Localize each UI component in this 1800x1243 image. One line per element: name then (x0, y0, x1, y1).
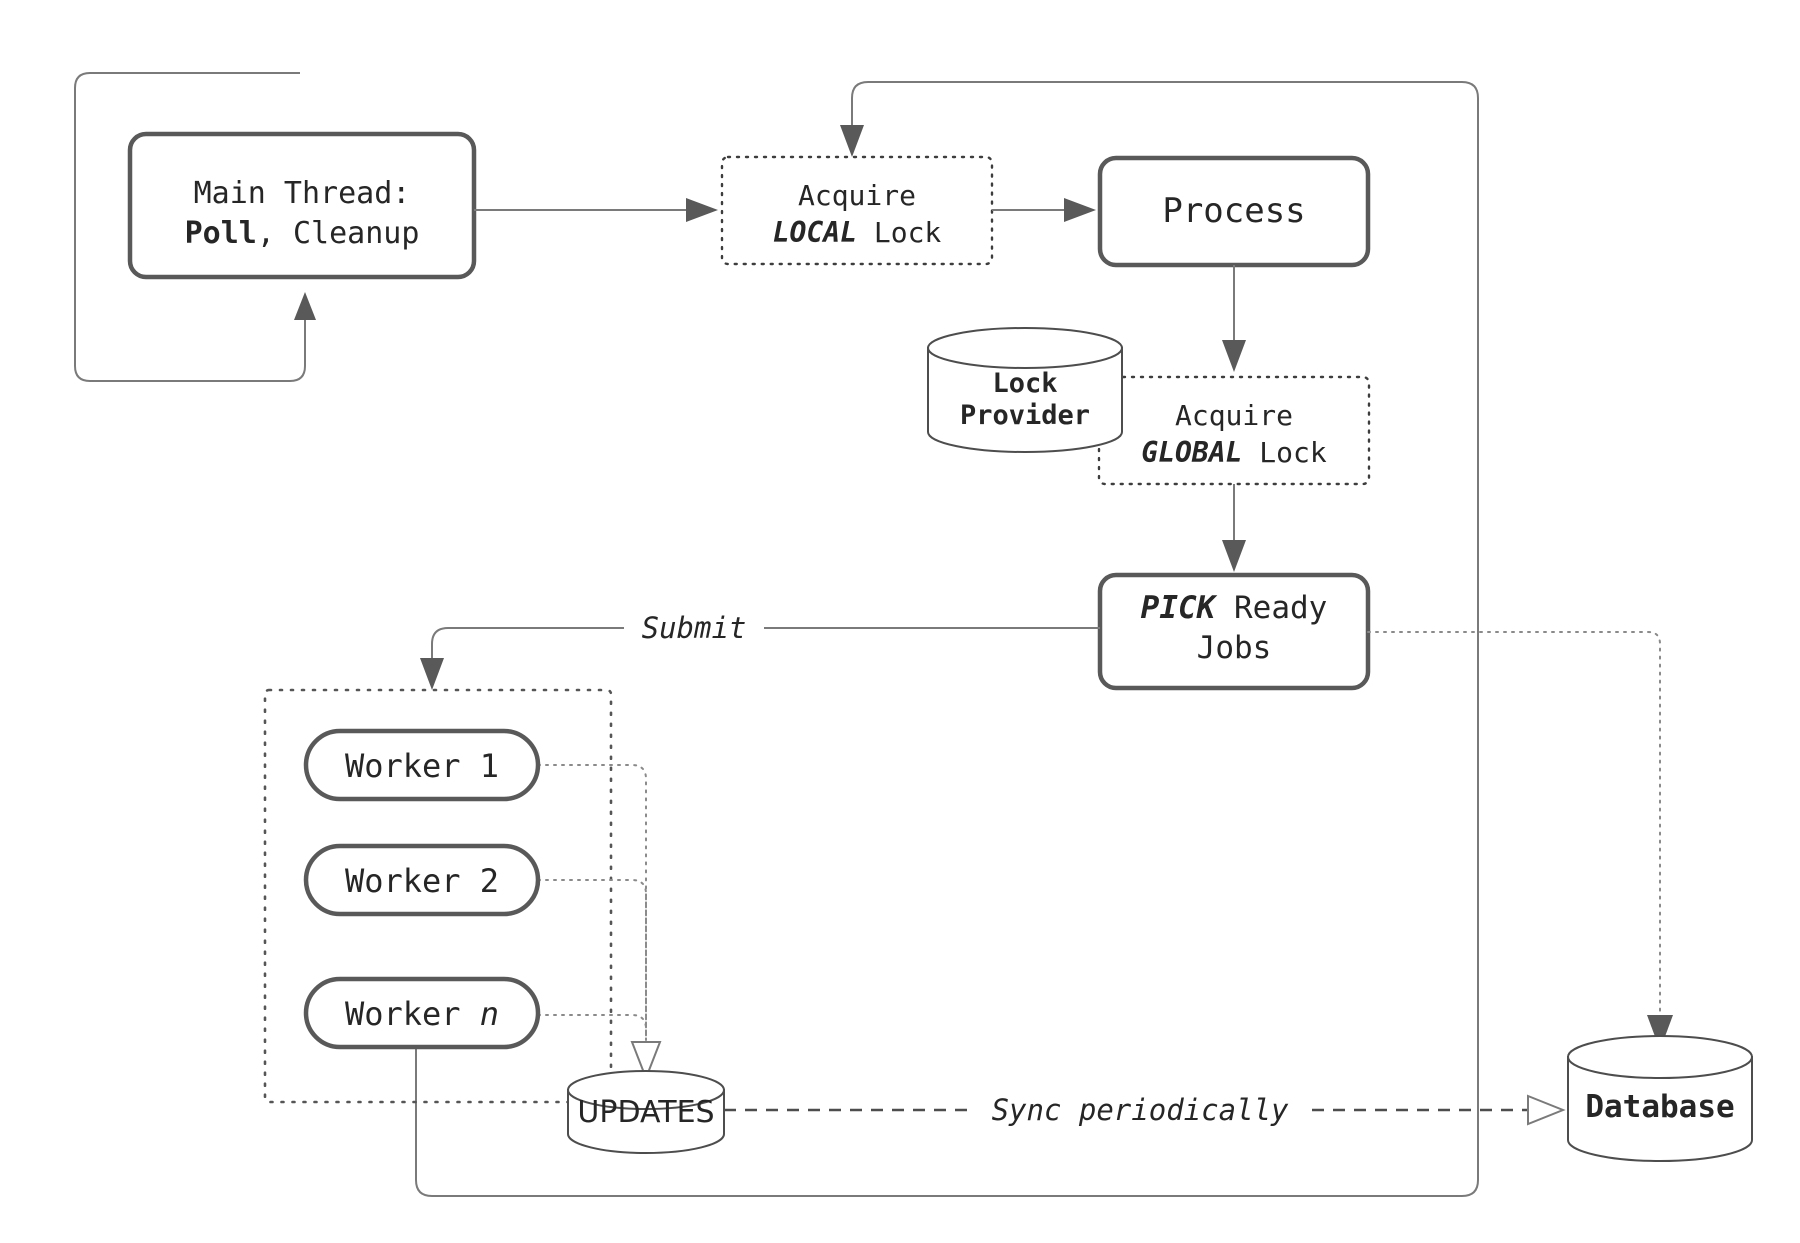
updates-label: UPDATES (577, 1095, 714, 1130)
global-to-pick-edge (1222, 484, 1246, 572)
acquire-local-bold: LOCAL (773, 216, 857, 249)
pick-ready-jobs-line2: Jobs (1197, 630, 1272, 666)
database-node[interactable]: Database (1567, 1035, 1753, 1162)
lock-provider-line2: Provider (960, 400, 1090, 431)
pick-to-database-edge (1367, 631, 1673, 1050)
worker-n-index: n (480, 995, 499, 1033)
process-to-global-edge (1222, 265, 1246, 372)
worker-1-label: Worker 1 (345, 747, 499, 785)
acquire-global-lock-node[interactable]: Acquire GLOBAL Lock (1097, 375, 1371, 486)
sync-periodically-label: Sync periodically (992, 1093, 1289, 1127)
sync-periodically-edge: Sync periodically (724, 1086, 1566, 1128)
pick-ready-jobs-line1: PICK Ready (1141, 590, 1328, 626)
main-thread-poll-bold: Poll (185, 216, 257, 251)
submit-edge-label-group: Submit (624, 608, 764, 648)
worker-n-node[interactable]: Worker n (303, 976, 541, 1050)
worker-n-prefix: Worker (345, 995, 480, 1033)
acquire-global-rest: Lock (1242, 436, 1326, 469)
acquire-local-rest: Lock (857, 216, 941, 249)
pick-bold: PICK (1141, 590, 1218, 626)
pick-ready: Ready (1215, 590, 1327, 626)
process-label: Process (1162, 191, 1305, 231)
process-node[interactable]: Process (1097, 155, 1371, 268)
acquire-local-lock-node[interactable]: Acquire LOCAL Lock (720, 155, 994, 266)
main-thread-line1: Main Thread: (194, 176, 411, 211)
main-thread-node[interactable]: Main Thread: Poll, Cleanup (127, 131, 477, 280)
database-label: Database (1585, 1089, 1734, 1125)
acquire-global-bold: GLOBAL (1141, 436, 1242, 469)
main-thread-cleanup: , Cleanup (257, 216, 420, 251)
diagram-canvas: Main Thread: Poll, Cleanup Acquire LOCAL… (0, 0, 1800, 1243)
worker-1-node[interactable]: Worker 1 (303, 728, 541, 802)
worker-2-node[interactable]: Worker 2 (303, 843, 541, 917)
acquire-global-line2: GLOBAL Lock (1141, 436, 1327, 469)
lock-provider-node[interactable]: Lock Provider (927, 327, 1123, 453)
acquire-global-line1: Acquire (1175, 399, 1293, 432)
lock-provider-line1: Lock (992, 368, 1057, 399)
local-to-process-edge (992, 198, 1096, 222)
worker-updates-edges (529, 764, 662, 1081)
worker-2-label: Worker 2 (345, 862, 499, 900)
pick-ready-jobs-node[interactable]: PICK Ready Jobs (1097, 572, 1371, 691)
acquire-local-line1: Acquire (798, 179, 916, 212)
submit-label: Submit (642, 611, 747, 645)
main-thread-line2: Poll, Cleanup (185, 216, 420, 251)
main-to-local-edge (474, 198, 718, 222)
worker-n-label: Worker n (345, 995, 499, 1033)
acquire-local-line2: LOCAL Lock (773, 216, 942, 249)
updates-store-node[interactable]: UPDATES (567, 1070, 725, 1154)
